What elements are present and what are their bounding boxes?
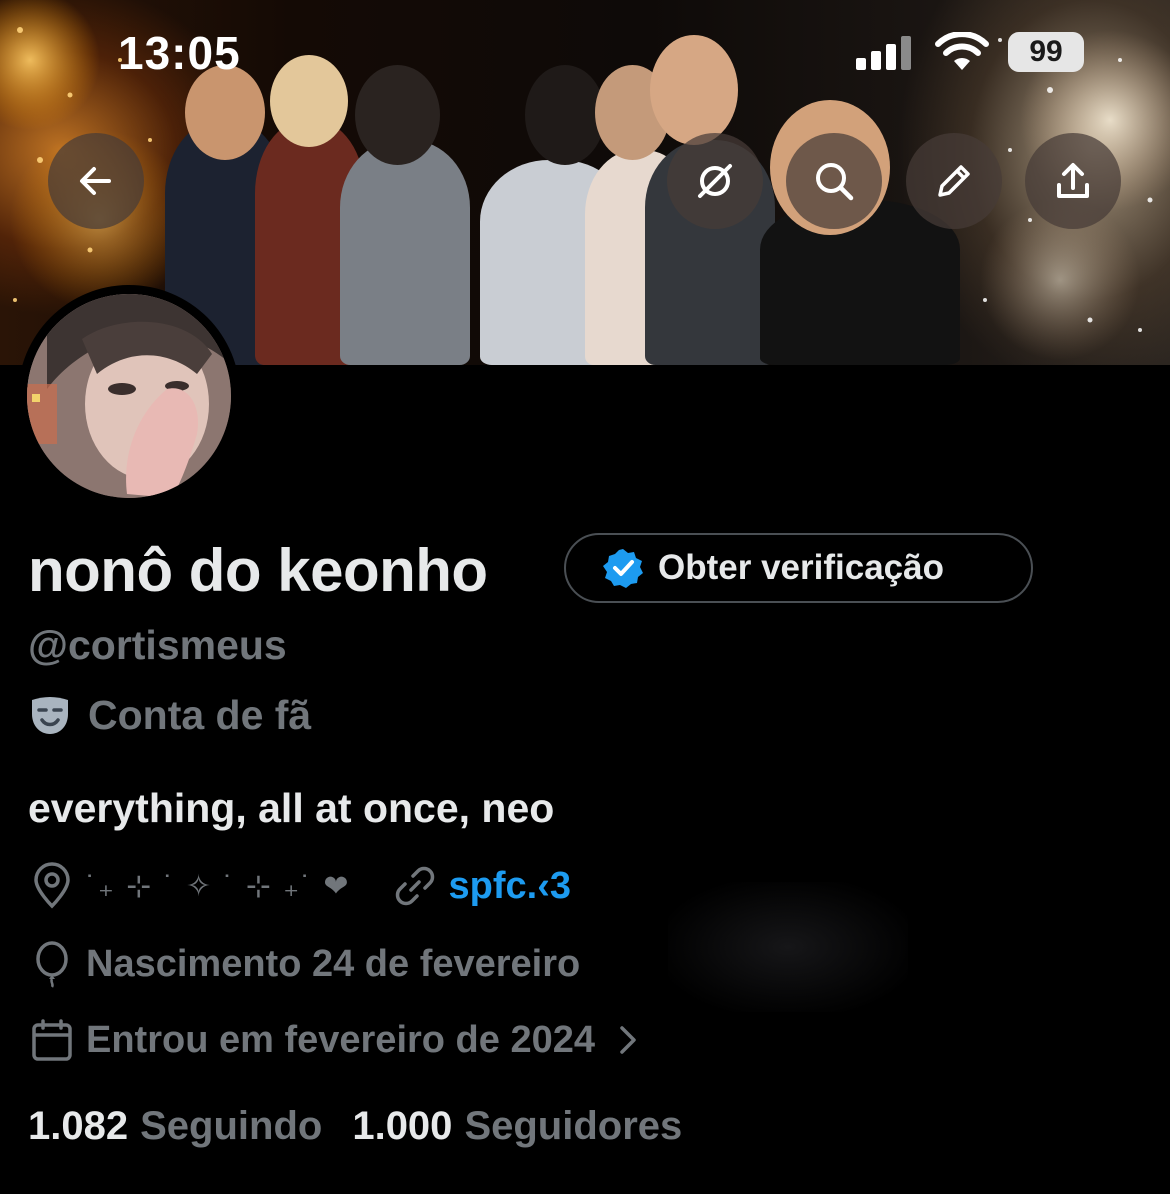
chevron-right-icon [620, 1026, 636, 1054]
balloon-icon [36, 941, 68, 988]
joined-row[interactable]: Entrou em fevereiro de 2024 [28, 1016, 643, 1064]
location-text: ˙₊ ⊹ ˙ ✧ ˙ ⊹ ₊˙ ❤ [86, 869, 351, 903]
following-count[interactable]: 1.082 [28, 1104, 128, 1149]
share-button[interactable] [1025, 133, 1121, 229]
search-icon [816, 163, 854, 201]
get-verified-label: Obter verificação [658, 548, 944, 587]
avatar-photo [27, 294, 231, 498]
obscured-region [668, 882, 908, 1012]
location-website-row: ˙₊ ⊹ ˙ ✧ ˙ ⊹ ₊˙ ❤ spfc.‹3 [28, 862, 571, 910]
birth-date: Nascimento 24 de fevereiro [86, 942, 581, 985]
back-button[interactable] [48, 133, 144, 229]
display-name: nonô do keonho [28, 537, 488, 604]
profile-category: Conta de fã [28, 692, 311, 739]
followers-label[interactable]: Seguidores [464, 1104, 682, 1149]
cellular-signal-icon [856, 36, 911, 70]
share-icon [1057, 163, 1089, 198]
profile-bio: everything, all at once, neo [28, 785, 555, 831]
edit-button[interactable] [906, 133, 1002, 229]
status-bar-time: 13:05 [118, 27, 241, 79]
grok-button[interactable] [667, 133, 763, 229]
followers-count[interactable]: 1.000 [352, 1104, 452, 1149]
search-button[interactable] [786, 133, 882, 229]
link-icon [395, 866, 434, 906]
verified-badge-icon [603, 549, 643, 588]
avatar[interactable] [27, 294, 231, 498]
follow-counts: 1.082 Seguindo 1.000 Seguidores [28, 1104, 712, 1149]
birth-row: Nascimento 24 de fevereiro [28, 940, 580, 988]
user-handle: @cortismeus [28, 622, 287, 668]
theater-mask-icon [32, 696, 68, 734]
location-pin-icon [34, 862, 70, 909]
wifi-icon [935, 32, 989, 70]
pencil-icon [938, 165, 970, 197]
website-link[interactable]: spfc.‹3 [449, 865, 571, 908]
grok-icon [698, 164, 732, 198]
calendar-icon [32, 1019, 72, 1061]
arrow-left-icon [80, 167, 111, 195]
get-verified-button[interactable]: Obter verificação [564, 533, 1033, 603]
joined-date: Entrou em fevereiro de 2024 [86, 1018, 595, 1061]
following-label[interactable]: Seguindo [140, 1104, 322, 1149]
battery-indicator: 99 [1008, 32, 1084, 72]
category-label: Conta de fã [88, 692, 312, 738]
